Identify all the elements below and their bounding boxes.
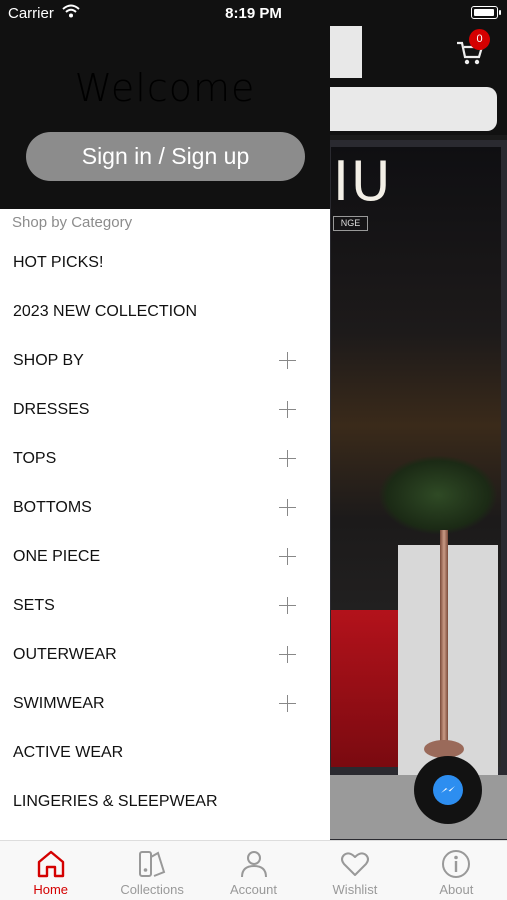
menu-item-one-piece[interactable]: ONE PIECE xyxy=(0,532,330,581)
tab-home[interactable]: Home xyxy=(0,841,101,900)
hero-sign-subtext: NGE xyxy=(333,216,368,231)
menu-item-sets[interactable]: SETS xyxy=(0,581,330,630)
tab-label: About xyxy=(439,882,474,897)
menu-item-label: SWIMWEAR xyxy=(13,694,105,712)
menu-item-label: OUTERWEAR xyxy=(13,645,117,663)
expand-plus-icon[interactable] xyxy=(279,401,296,418)
menu-item-shop-by[interactable]: SHOP BY xyxy=(0,336,330,385)
menu-item-outerwear[interactable]: OUTERWEAR xyxy=(0,630,330,679)
tab-label: Account xyxy=(230,882,277,897)
heart-icon xyxy=(340,852,369,876)
menu-item-label: ACTIVE WEAR xyxy=(13,743,124,761)
tab-label: Collections xyxy=(120,882,184,897)
expand-plus-icon[interactable] xyxy=(279,499,296,516)
category-section-label: Shop by Category xyxy=(12,214,133,231)
expand-plus-icon[interactable] xyxy=(279,695,296,712)
expand-plus-icon[interactable] xyxy=(279,597,296,614)
collections-icon xyxy=(139,851,166,877)
menu-item-label: BOTTOMS xyxy=(13,498,92,516)
battery-icon xyxy=(471,6,498,19)
hero-sign-text: IU xyxy=(333,150,393,213)
messenger-chat-button[interactable] xyxy=(414,756,482,824)
menu-item-lingeries-sleepwear[interactable]: LINGERIES & SLEEPWEAR xyxy=(0,777,330,826)
info-icon xyxy=(442,850,471,878)
tab-wishlist[interactable]: Wishlist xyxy=(304,841,405,900)
welcome-title: Welcome xyxy=(74,66,256,110)
palm-plant xyxy=(378,455,498,535)
tab-account[interactable]: Account xyxy=(203,841,304,900)
signin-button[interactable]: Sign in / Sign up xyxy=(26,132,305,181)
menu-item-label: SETS xyxy=(13,596,55,614)
expand-plus-icon[interactable] xyxy=(279,548,296,565)
menu-item-active-wear[interactable]: ACTIVE WEAR xyxy=(0,728,330,777)
side-drawer: Welcome Sign in / Sign up Shop by Catego… xyxy=(0,0,330,840)
category-menu: HOT PICKS! 2023 NEW COLLECTION SHOP BY D… xyxy=(0,238,330,826)
status-time: 8:19 PM xyxy=(225,5,282,22)
expand-plus-icon[interactable] xyxy=(279,352,296,369)
drawer-header: Welcome Sign in / Sign up xyxy=(0,0,330,209)
account-icon xyxy=(240,851,267,878)
messenger-icon xyxy=(433,775,463,805)
expand-plus-icon[interactable] xyxy=(279,450,296,467)
cart-count-badge: 0 xyxy=(469,29,490,50)
home-icon xyxy=(37,850,64,878)
menu-item-label: DRESSES xyxy=(13,400,90,418)
search-bar[interactable] xyxy=(316,87,497,131)
menu-item-label: 2023 NEW COLLECTION xyxy=(13,302,198,320)
menu-item-hot-picks[interactable]: HOT PICKS! xyxy=(0,238,330,287)
menu-item-label: SHOP BY xyxy=(13,351,84,369)
tab-label: Home xyxy=(33,882,69,897)
tab-collections[interactable]: Collections xyxy=(101,841,202,900)
menu-item-label: ONE PIECE xyxy=(13,547,101,565)
menu-item-label: TOPS xyxy=(13,449,57,467)
bottom-tab-bar: Home Collections Account Wishlist About xyxy=(0,840,507,900)
menu-item-label: LINGERIES & SLEEPWEAR xyxy=(13,792,218,810)
battery-cap xyxy=(499,10,501,15)
expand-plus-icon[interactable] xyxy=(279,646,296,663)
tab-label: Wishlist xyxy=(332,882,378,897)
menu-item-swimwear[interactable]: SWIMWEAR xyxy=(0,679,330,728)
tab-about[interactable]: About xyxy=(406,841,507,900)
menu-item-new-collection[interactable]: 2023 NEW COLLECTION xyxy=(0,287,330,336)
stanchion-pole xyxy=(440,530,448,750)
menu-item-tops[interactable]: TOPS xyxy=(0,434,330,483)
status-bar: Carrier 8:19 PM xyxy=(0,0,507,26)
menu-item-label: HOT PICKS! xyxy=(13,253,104,271)
menu-item-bottoms[interactable]: BOTTOMS xyxy=(0,483,330,532)
menu-item-dresses[interactable]: DRESSES xyxy=(0,385,330,434)
